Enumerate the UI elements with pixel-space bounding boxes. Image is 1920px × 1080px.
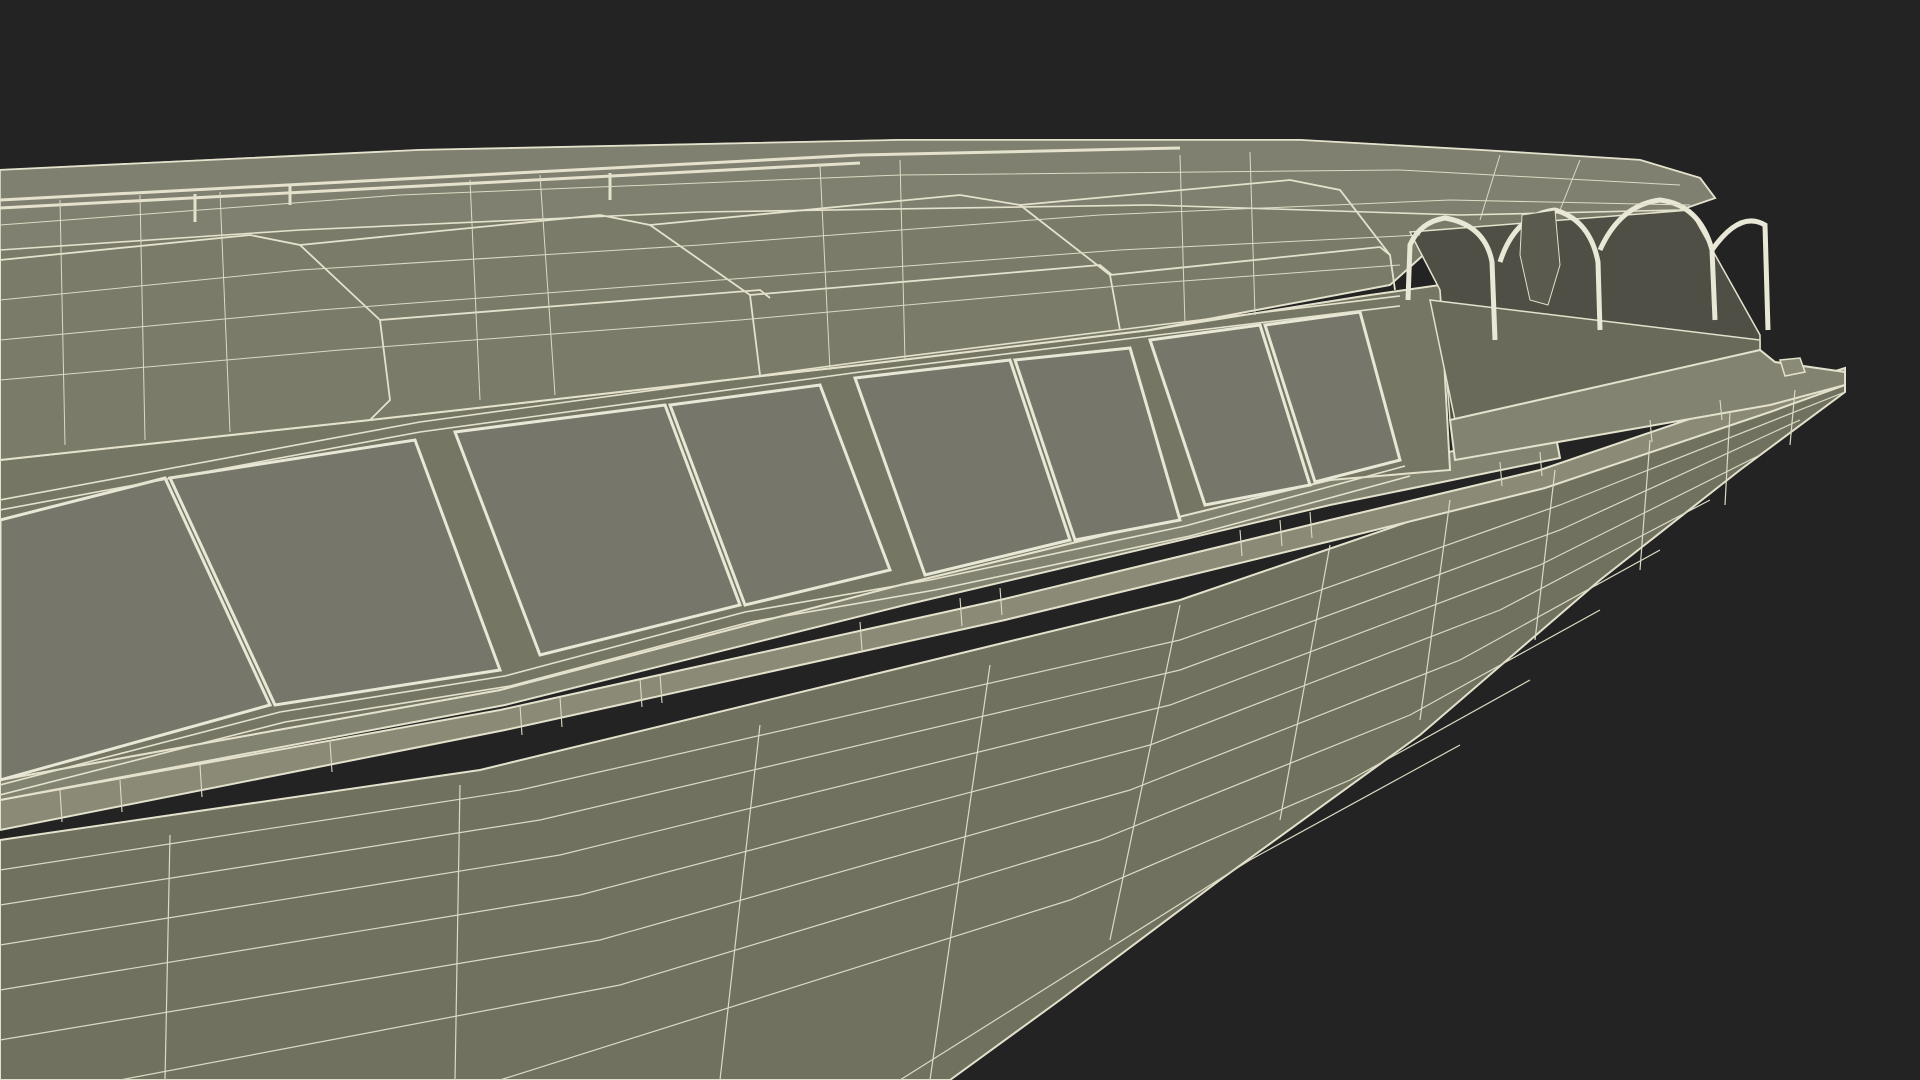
bow-tip xyxy=(1779,357,1806,377)
wireframe-boat-viewport xyxy=(0,0,1920,1080)
